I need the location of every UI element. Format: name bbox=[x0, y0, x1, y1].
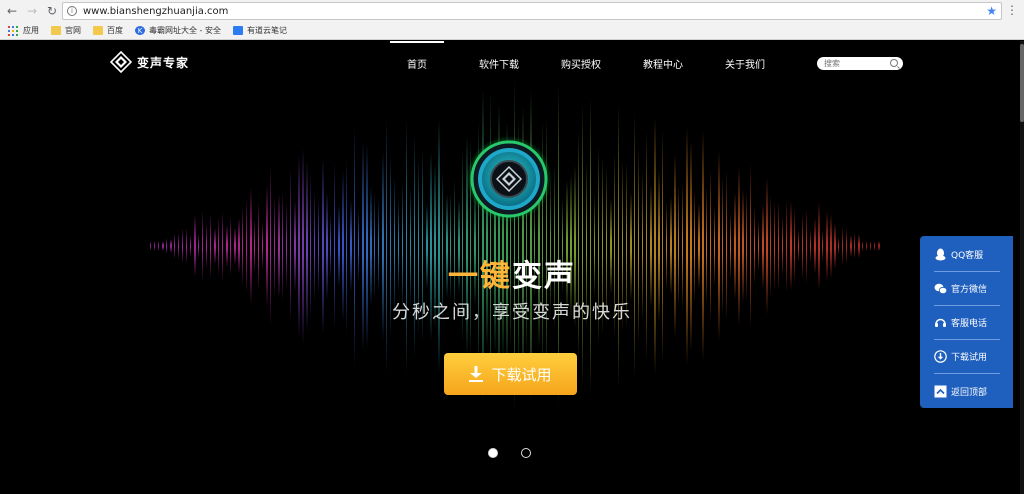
download-icon bbox=[469, 366, 484, 382]
carousel-dot-1[interactable] bbox=[488, 448, 498, 458]
nav-label: 关于我们 bbox=[725, 59, 765, 71]
wave-bar bbox=[874, 241, 875, 251]
carousel-dots bbox=[488, 448, 554, 458]
wave-bar bbox=[150, 241, 151, 251]
bookmark-duba[interactable]: K 毒霸网址大全 - 安全 bbox=[135, 25, 221, 36]
wave-bar bbox=[406, 117, 407, 375]
wechat-icon bbox=[934, 283, 947, 295]
search-input[interactable] bbox=[824, 59, 884, 68]
duba-k-icon: K bbox=[135, 26, 145, 35]
address-bar[interactable]: i www.bianshengzhuanjia.com ★ bbox=[62, 2, 1002, 20]
bookmark-youdao[interactable]: 有道云笔记 bbox=[232, 25, 287, 36]
wave-bar bbox=[702, 131, 704, 361]
site-search bbox=[817, 57, 903, 70]
download-trial-button[interactable]: 下载试用 bbox=[444, 353, 577, 395]
wave-bar bbox=[570, 173, 572, 319]
wave-bar bbox=[862, 241, 863, 251]
back-to-top-icon bbox=[934, 385, 947, 397]
bookmark-label: 官网 bbox=[65, 26, 81, 35]
search-icon[interactable] bbox=[890, 59, 898, 67]
bookmark-label: 毒霸网址大全 - 安全 bbox=[149, 26, 221, 35]
button-label: 下载试用 bbox=[491, 365, 552, 384]
bookmark-label: 有道云笔记 bbox=[246, 26, 287, 35]
folder-icon bbox=[51, 26, 61, 35]
hero-headline: 一键变声 bbox=[0, 251, 1024, 295]
bookmark-label: 百度 bbox=[107, 26, 123, 35]
forward-icon[interactable]: → bbox=[24, 3, 40, 19]
bookmark-baidu[interactable]: 百度 bbox=[93, 25, 123, 36]
reload-icon[interactable]: ↻ bbox=[44, 3, 60, 19]
apps-icon[interactable] bbox=[8, 25, 18, 36]
side-label: QQ客服 bbox=[951, 251, 984, 261]
wave-bar bbox=[590, 97, 591, 395]
qq-penguin-icon bbox=[935, 248, 946, 261]
site-info-icon[interactable]: i bbox=[67, 6, 77, 16]
nav-tutorials[interactable]: 教程中心 bbox=[622, 41, 704, 85]
wave-bar bbox=[870, 241, 871, 251]
diamond-logo-icon bbox=[110, 51, 132, 73]
youdao-note-icon bbox=[232, 26, 243, 35]
nav-about[interactable]: 关于我们 bbox=[704, 41, 786, 85]
nav-purchase[interactable]: 购买授权 bbox=[540, 41, 622, 85]
side-label: 客服电话 bbox=[951, 319, 988, 329]
web-page: 变声专家 首页 软件下载 购买授权 教程中心 关于我们 一 bbox=[0, 41, 1024, 494]
download-circle-icon bbox=[934, 350, 947, 363]
headline-accent: 一键 bbox=[448, 259, 512, 294]
bookmark-label: 应用 bbox=[23, 26, 39, 35]
wave-bar bbox=[414, 134, 415, 358]
wave-bar bbox=[662, 128, 663, 364]
side-back-to-top[interactable]: 返回顶部 bbox=[934, 374, 1000, 408]
side-phone[interactable]: 客服电话 bbox=[934, 306, 1000, 340]
nav-label: 首页 bbox=[407, 59, 427, 71]
side-label: 官方微信 bbox=[951, 285, 988, 295]
bookmark-official[interactable]: 官网 bbox=[51, 25, 81, 36]
scrollbar-thumb[interactable] bbox=[1020, 44, 1024, 122]
nav-label: 教程中心 bbox=[643, 59, 683, 71]
bookmark-star-icon[interactable]: ★ bbox=[986, 4, 997, 18]
side-label: 下载试用 bbox=[951, 353, 988, 363]
nav-download[interactable]: 软件下载 bbox=[458, 41, 540, 85]
browser-toolbar: ← → ↻ i www.bianshengzhuanjia.com ★ ⋮ bbox=[0, 0, 1024, 22]
site-logo[interactable]: 变声专家 bbox=[110, 51, 189, 73]
main-nav: 首页 软件下载 购买授权 教程中心 关于我们 bbox=[376, 41, 786, 85]
headset-icon bbox=[935, 318, 946, 327]
browser-menu-icon[interactable]: ⋮ bbox=[1006, 3, 1018, 17]
wave-bar bbox=[634, 114, 635, 378]
nav-label: 购买授权 bbox=[561, 59, 601, 71]
wave-bar bbox=[158, 241, 159, 251]
side-wechat[interactable]: 官方微信 bbox=[934, 272, 1000, 306]
nav-label: 软件下载 bbox=[479, 59, 519, 71]
wave-bar bbox=[354, 125, 355, 367]
wave-bar bbox=[154, 241, 155, 251]
side-qq-service[interactable]: QQ客服 bbox=[934, 238, 1000, 272]
nav-home[interactable]: 首页 bbox=[376, 41, 458, 85]
wave-bar bbox=[646, 130, 647, 362]
headline-rest: 变声 bbox=[512, 259, 576, 294]
carousel-dot-2[interactable] bbox=[521, 448, 531, 458]
logo-text: 变声专家 bbox=[137, 55, 190, 70]
folder-icon bbox=[93, 26, 103, 35]
wave-bar bbox=[582, 103, 583, 389]
wave-bar bbox=[866, 241, 867, 251]
bookmark-apps[interactable]: 应用 bbox=[23, 25, 39, 36]
wave-bar bbox=[438, 118, 440, 374]
bookmarks-bar: 应用 官网 百度 K 毒霸网址大全 - 安全 有道云笔记 bbox=[0, 22, 1024, 40]
wave-bar bbox=[386, 118, 387, 374]
wave-bar bbox=[618, 103, 619, 389]
wave-bar bbox=[654, 117, 656, 375]
wave-bar bbox=[578, 130, 579, 362]
url-text[interactable]: www.bianshengzhuanjia.com bbox=[83, 6, 228, 17]
speaker-disc-icon bbox=[466, 136, 552, 222]
wave-bar bbox=[310, 173, 311, 319]
floating-service-panel: QQ客服 官方微信 客服电话 下载试用 返回顶部 bbox=[920, 236, 1013, 408]
wave-bar bbox=[686, 127, 688, 365]
wave-bar bbox=[162, 241, 164, 251]
side-label: 返回顶部 bbox=[951, 387, 988, 398]
hero-subline: 分秒之间，享受变声的快乐 bbox=[392, 302, 632, 323]
wave-bar bbox=[878, 241, 880, 251]
side-download[interactable]: 下载试用 bbox=[934, 340, 1000, 374]
back-icon[interactable]: ← bbox=[4, 3, 20, 19]
